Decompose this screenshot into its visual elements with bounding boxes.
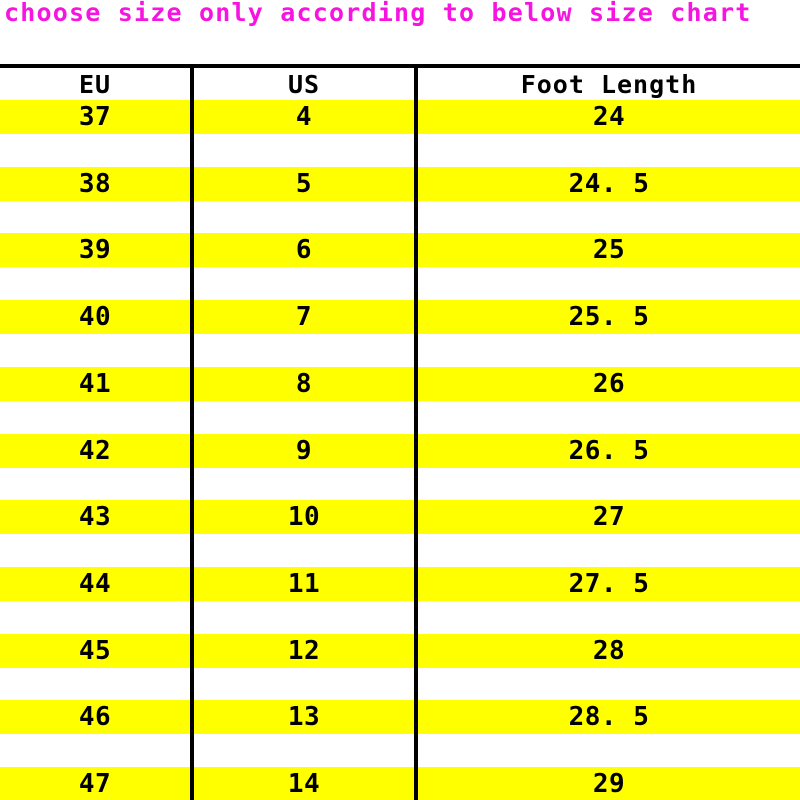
cell-eu: 43 (78, 502, 112, 533)
cell-eu: 39 (78, 235, 112, 266)
size-chart-table: EU US Foot Length 37 4 24 38 5 24. 5 39 6 25 40 7 2… (0, 64, 800, 800)
cell-us: 4 (295, 102, 313, 132)
cell-foot-length: 29 (592, 769, 626, 799)
cell-eu: 40 (78, 302, 112, 333)
cell-eu: 41 (78, 368, 112, 399)
table-top-border (0, 64, 800, 68)
cell-us: 9 (295, 435, 313, 466)
cell-foot-length: 24. 5 (568, 168, 650, 199)
cell-us: 5 (295, 168, 313, 199)
cell-us: 8 (295, 368, 313, 399)
cell-us: 14 (287, 769, 321, 799)
cell-foot-length: 24 (592, 102, 626, 132)
cell-eu: 37 (78, 102, 112, 132)
cell-eu: 44 (78, 568, 112, 599)
cell-us: 13 (287, 702, 321, 733)
column-header-eu: EU (78, 70, 112, 99)
cell-foot-length: 26. 5 (568, 435, 650, 466)
size-chart-page: choose size only according to below size… (0, 0, 800, 800)
cell-foot-length: 27 (592, 502, 626, 533)
cell-eu: 38 (78, 168, 112, 199)
cell-eu: 47 (78, 769, 112, 799)
cell-foot-length: 25 (592, 235, 626, 266)
cell-us: 10 (287, 502, 321, 533)
cell-foot-length: 27. 5 (568, 568, 650, 599)
cell-us: 6 (295, 235, 313, 266)
cell-foot-length: 25. 5 (568, 302, 650, 333)
cell-us: 11 (287, 568, 321, 599)
cell-foot-length: 28. 5 (568, 702, 650, 733)
cell-eu: 42 (78, 435, 112, 466)
cell-eu: 45 (78, 635, 112, 666)
cell-foot-length: 28 (592, 635, 626, 666)
cell-us: 7 (295, 302, 313, 333)
column-header-foot-length: Foot Length (520, 70, 698, 99)
column-header-us: US (287, 70, 321, 99)
cell-foot-length: 26 (592, 368, 626, 399)
cell-us: 12 (287, 635, 321, 666)
cell-eu: 46 (78, 702, 112, 733)
page-title: choose size only according to below size… (4, 0, 752, 27)
